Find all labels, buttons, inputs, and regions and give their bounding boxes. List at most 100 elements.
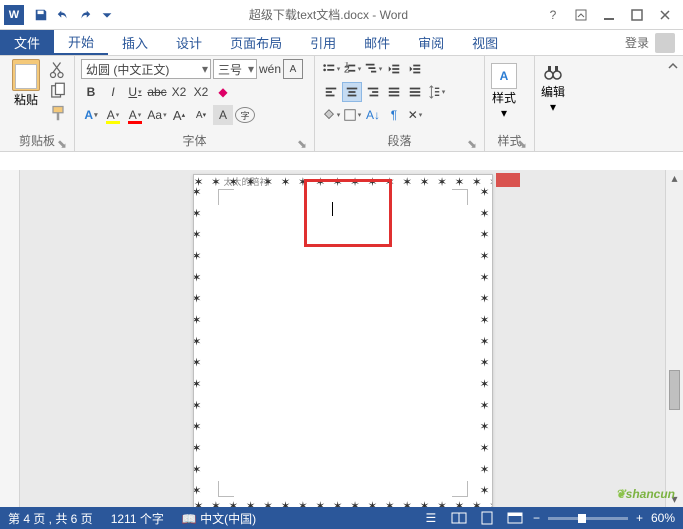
tab-view[interactable]: 视图 <box>458 30 512 55</box>
document-title: 超级下载text文档.docx - Word <box>118 6 539 23</box>
vertical-ruler[interactable] <box>0 170 20 507</box>
read-mode-icon[interactable] <box>449 510 469 526</box>
paste-label: 粘贴 <box>14 91 38 108</box>
document-area: 太太的陪衬 ✶ ✶ ✶ ✶ ✶ ✶ ✶ ✶ ✶ ✶ ✶ ✶ ✶ ✶ ✶ ✶ ✶ … <box>0 170 683 507</box>
minimize-icon[interactable] <box>595 3 623 27</box>
grow-font-button[interactable]: A▴ <box>169 105 189 125</box>
qat-customize-icon[interactable] <box>96 4 118 26</box>
redo-icon[interactable] <box>74 4 96 26</box>
help-icon[interactable]: ? <box>539 3 567 27</box>
zoom-out-button[interactable]: − <box>533 511 540 525</box>
ribbon-display-icon[interactable] <box>567 3 595 27</box>
show-marks-button[interactable]: ¶ <box>384 105 404 125</box>
subscript-button[interactable]: X2 <box>169 82 189 102</box>
word-count[interactable]: 1211 个字 <box>111 510 164 527</box>
clipboard-group-label: 剪贴板 <box>19 134 55 148</box>
increase-indent-button[interactable] <box>405 59 425 79</box>
text-effects-button[interactable]: A▾ <box>81 105 101 125</box>
document-viewport[interactable]: 太太的陪衬 ✶ ✶ ✶ ✶ ✶ ✶ ✶ ✶ ✶ ✶ ✶ ✶ ✶ ✶ ✶ ✶ ✶ … <box>20 170 665 507</box>
tab-design[interactable]: 设计 <box>162 30 216 55</box>
sort-button[interactable]: A↓ <box>363 105 383 125</box>
styles-launcher-icon[interactable]: ⬊ <box>516 137 528 149</box>
tab-file[interactable]: 文件 <box>0 30 54 55</box>
enclose-char-button[interactable]: 字 <box>235 107 255 123</box>
styles-button[interactable]: A 样式 ▾ <box>491 59 517 130</box>
track-changes-icon[interactable]: ☰ <box>421 510 441 526</box>
svg-text:2: 2 <box>344 64 350 76</box>
multilevel-list-button[interactable]: ▾ <box>363 59 383 79</box>
login-area[interactable]: 登录 <box>617 30 683 55</box>
numbering-button[interactable]: 12▾ <box>342 59 362 79</box>
align-left-button[interactable] <box>321 82 341 102</box>
scroll-thumb[interactable] <box>669 370 680 410</box>
tab-review[interactable]: 审阅 <box>404 30 458 55</box>
char-shading-button[interactable]: A <box>213 105 233 125</box>
group-clipboard: 粘贴 剪贴板⬊ <box>0 56 75 151</box>
tab-insert[interactable]: 插入 <box>108 30 162 55</box>
phonetic-guide-button[interactable]: wén <box>259 59 281 79</box>
borders-button[interactable]: ▾ <box>342 105 362 125</box>
font-group-label: 字体 <box>182 134 206 148</box>
paste-button[interactable]: 粘贴 <box>6 59 46 108</box>
bold-button[interactable]: B <box>81 82 101 102</box>
margin-mark-icon <box>218 189 234 205</box>
editing-label: 编辑 <box>541 83 565 100</box>
undo-icon[interactable] <box>52 4 74 26</box>
font-launcher-icon[interactable]: ⬊ <box>296 137 308 149</box>
word-app-icon: W <box>4 5 24 25</box>
font-name-combo[interactable]: 幼圆 (中文正文)▾ <box>81 59 211 79</box>
tab-layout[interactable]: 页面布局 <box>216 30 296 55</box>
collapse-ribbon-icon[interactable] <box>663 56 683 151</box>
font-size-combo[interactable]: 三号▾ <box>213 59 257 79</box>
char-border-button[interactable]: A <box>283 59 303 79</box>
justify-button[interactable] <box>384 82 404 102</box>
clear-format-icon[interactable]: ◆ <box>213 82 233 102</box>
change-case-button[interactable]: Aa▾ <box>147 105 167 125</box>
highlight-button[interactable]: A▾ <box>103 105 123 125</box>
scroll-up-icon[interactable]: ▴ <box>666 170 683 186</box>
cut-icon[interactable] <box>48 61 68 79</box>
decrease-indent-button[interactable] <box>384 59 404 79</box>
ribbon-tabs: 文件 开始 插入 设计 页面布局 引用 邮件 审阅 视图 登录 <box>0 30 683 56</box>
zoom-slider[interactable] <box>548 517 628 520</box>
bullets-button[interactable]: ▾ <box>321 59 341 79</box>
italic-button[interactable]: I <box>103 82 123 102</box>
scroll-down-icon[interactable]: ▾ <box>666 491 683 507</box>
align-right-button[interactable] <box>363 82 383 102</box>
group-editing: 编辑 ▾ <box>535 56 583 151</box>
zoom-level[interactable]: 60% <box>651 511 675 525</box>
shading-button[interactable]: ▾ <box>321 105 341 125</box>
maximize-icon[interactable] <box>623 3 651 27</box>
zoom-in-button[interactable]: + <box>636 511 643 525</box>
web-layout-icon[interactable] <box>505 510 525 526</box>
save-icon[interactable] <box>30 4 52 26</box>
shrink-font-button[interactable]: A▾ <box>191 105 211 125</box>
annotation-rectangle <box>304 179 392 247</box>
format-painter-icon[interactable] <box>48 105 68 123</box>
clipboard-launcher-icon[interactable]: ⬊ <box>56 137 68 149</box>
align-center-button[interactable] <box>342 82 362 102</box>
tab-home[interactable]: 开始 <box>54 30 108 55</box>
tab-mailings[interactable]: 邮件 <box>350 30 404 55</box>
login-label: 登录 <box>625 34 649 51</box>
tab-references[interactable]: 引用 <box>296 30 350 55</box>
vertical-scrollbar[interactable]: ▴ ▾ <box>665 170 683 507</box>
avatar-icon <box>655 33 675 53</box>
copy-icon[interactable] <box>48 83 68 101</box>
asian-layout-button[interactable]: ✕▾ <box>405 105 425 125</box>
line-spacing-button[interactable]: ▾ <box>426 82 446 102</box>
distributed-button[interactable] <box>405 82 425 102</box>
underline-button[interactable]: U▾ <box>125 82 145 102</box>
language-indicator[interactable]: 📖 中文(中国) <box>182 510 256 527</box>
track-change-marker[interactable] <box>496 173 520 187</box>
paragraph-launcher-icon[interactable]: ⬊ <box>466 137 478 149</box>
font-color-button[interactable]: A▾ <box>125 105 145 125</box>
print-layout-icon[interactable] <box>477 510 497 526</box>
close-icon[interactable] <box>651 3 679 27</box>
page[interactable]: 太太的陪衬 ✶ ✶ ✶ ✶ ✶ ✶ ✶ ✶ ✶ ✶ ✶ ✶ ✶ ✶ ✶ ✶ ✶ … <box>193 174 493 507</box>
page-indicator[interactable]: 第 4 页 , 共 6 页 <box>8 510 93 527</box>
editing-button[interactable]: 编辑 ▾ <box>541 59 565 147</box>
strikethrough-button[interactable]: abc <box>147 82 167 102</box>
status-bar: 第 4 页 , 共 6 页 1211 个字 📖 中文(中国) ☰ − + 60% <box>0 507 683 529</box>
superscript-button[interactable]: X2 <box>191 82 211 102</box>
